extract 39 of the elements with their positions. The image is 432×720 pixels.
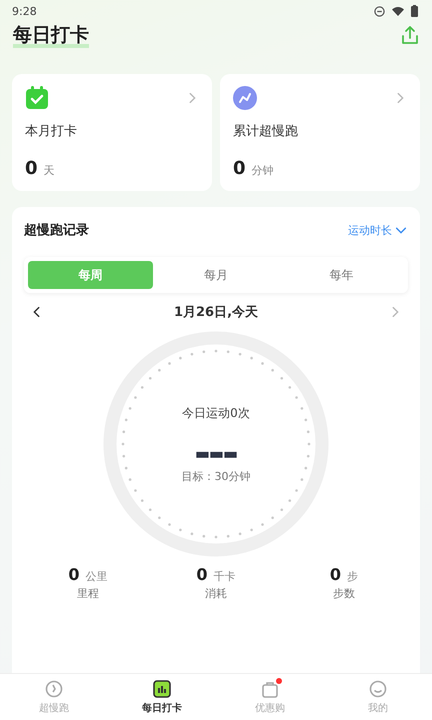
nav-tab[interactable]: 我的 — [324, 674, 432, 720]
period-tab[interactable]: 每年 — [278, 261, 404, 289]
nav-tab[interactable]: 超慢跑 — [0, 674, 108, 720]
status-time: 9:28 — [12, 4, 37, 18]
stat-value: 0 — [330, 565, 342, 584]
do-not-disturb-icon — [374, 6, 385, 16]
metric-dropdown[interactable]: 运动时长 — [348, 222, 408, 238]
stat-label: 里程 — [77, 586, 99, 601]
card-value: 0 — [233, 158, 246, 179]
summary-card[interactable]: 本月打卡 0 天 — [12, 74, 212, 191]
share-button[interactable] — [400, 25, 420, 45]
stat-value: 0 — [68, 565, 80, 584]
stat-value: 0 — [196, 565, 208, 584]
goal-text: 目标：30分钟 — [182, 468, 250, 484]
card-unit: 分钟 — [252, 163, 274, 178]
stat-unit: 千卡 — [214, 569, 236, 584]
stat-label: 步数 — [333, 586, 355, 601]
stat-unit: 公里 — [86, 569, 108, 584]
card-value: 0 — [25, 158, 38, 179]
share-icon — [400, 25, 420, 45]
card-label: 本月打卡 — [25, 123, 78, 140]
ring-caption: 今日运动0次 — [182, 404, 250, 422]
ring-value: ▬▬▬ — [194, 444, 238, 462]
battery-icon — [411, 5, 418, 17]
stat-unit: 步 — [347, 569, 358, 584]
card-label: 累计超慢跑 — [233, 123, 299, 140]
stat-label: 消耗 — [205, 586, 227, 601]
date-label: 1月26日,今天 — [174, 304, 258, 321]
wifi-icon — [392, 6, 404, 16]
nav-tab[interactable]: 每日打卡 — [108, 674, 216, 720]
summary-card[interactable]: 累计超慢跑 0 分钟 — [220, 74, 420, 191]
nav-tab[interactable]: 优惠购 — [216, 674, 324, 720]
calendar-check-icon — [25, 86, 49, 110]
bar-chart-icon — [153, 680, 171, 698]
bag-icon — [261, 680, 279, 698]
period-tab[interactable]: 每月 — [153, 261, 279, 289]
page-title: 每日打卡 — [13, 22, 89, 48]
section-title: 超慢跑记录 — [24, 222, 89, 239]
card-unit: 天 — [44, 163, 55, 178]
